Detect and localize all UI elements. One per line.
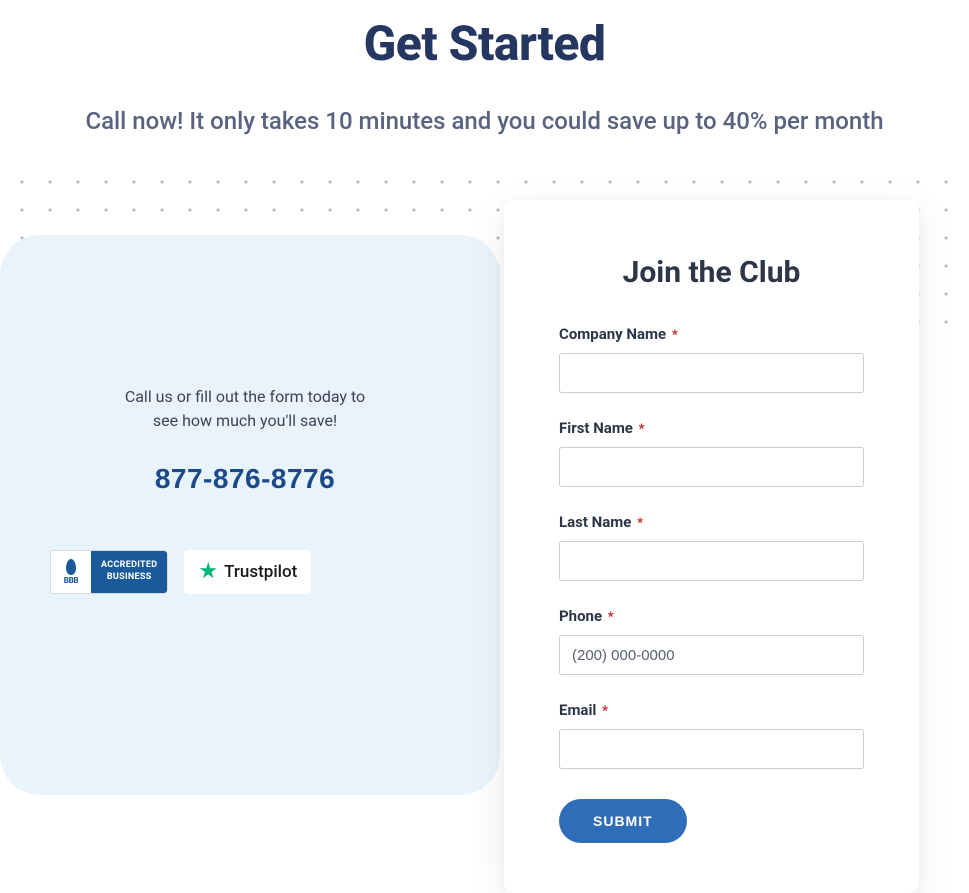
first-name-field-group: First Name * xyxy=(559,419,864,487)
required-marker: * xyxy=(608,610,614,625)
cta-text: Call us or fill out the form today to se… xyxy=(115,385,375,433)
trustpilot-badge[interactable]: ★ Trustpilot xyxy=(184,550,311,594)
form-title: Join the Club xyxy=(559,255,864,290)
last-name-field-group: Last Name * xyxy=(559,513,864,581)
email-input[interactable] xyxy=(559,729,864,769)
phone-label-text: Phone xyxy=(559,607,602,625)
bbb-line2: BUSINESS xyxy=(101,572,157,584)
last-name-label-text: Last Name xyxy=(559,513,631,531)
phone-field-group: Phone * xyxy=(559,607,864,675)
company-input[interactable] xyxy=(559,353,864,393)
company-label: Company Name * xyxy=(559,325,864,343)
company-field-group: Company Name * xyxy=(559,325,864,393)
bbb-line1: ACCREDITED xyxy=(101,560,157,572)
required-marker: * xyxy=(639,422,645,437)
first-name-input[interactable] xyxy=(559,447,864,487)
required-marker: * xyxy=(637,516,643,531)
last-name-label: Last Name * xyxy=(559,513,864,531)
signup-form: Join the Club Company Name * First Name … xyxy=(504,200,919,893)
cta-panel: Call us or fill out the form today to se… xyxy=(0,235,500,795)
email-label: Email * xyxy=(559,701,864,719)
phone-label: Phone * xyxy=(559,607,864,625)
page-subtitle: Call now! It only takes 10 minutes and y… xyxy=(0,107,969,135)
required-marker: * xyxy=(672,328,678,343)
last-name-input[interactable] xyxy=(559,541,864,581)
bbb-badge[interactable]: BBB ACCREDITED BUSINESS xyxy=(50,550,168,594)
email-field-group: Email * xyxy=(559,701,864,769)
bbb-logo-icon: BBB xyxy=(51,551,91,593)
company-label-text: Company Name xyxy=(559,325,666,343)
phone-input[interactable] xyxy=(559,635,864,675)
trust-badges: BBB ACCREDITED BUSINESS ★ Trustpilot xyxy=(50,550,440,594)
email-label-text: Email xyxy=(559,701,596,719)
bbb-label: ACCREDITED BUSINESS xyxy=(91,551,167,593)
bbb-org-text: BBB xyxy=(64,576,79,585)
trustpilot-label: Trustpilot xyxy=(224,562,297,582)
first-name-label-text: First Name xyxy=(559,419,633,437)
first-name-label: First Name * xyxy=(559,419,864,437)
phone-number-link[interactable]: 877-876-8776 xyxy=(50,463,440,495)
page-title: Get Started xyxy=(0,15,969,72)
required-marker: * xyxy=(602,704,608,719)
star-icon: ★ xyxy=(198,561,218,583)
